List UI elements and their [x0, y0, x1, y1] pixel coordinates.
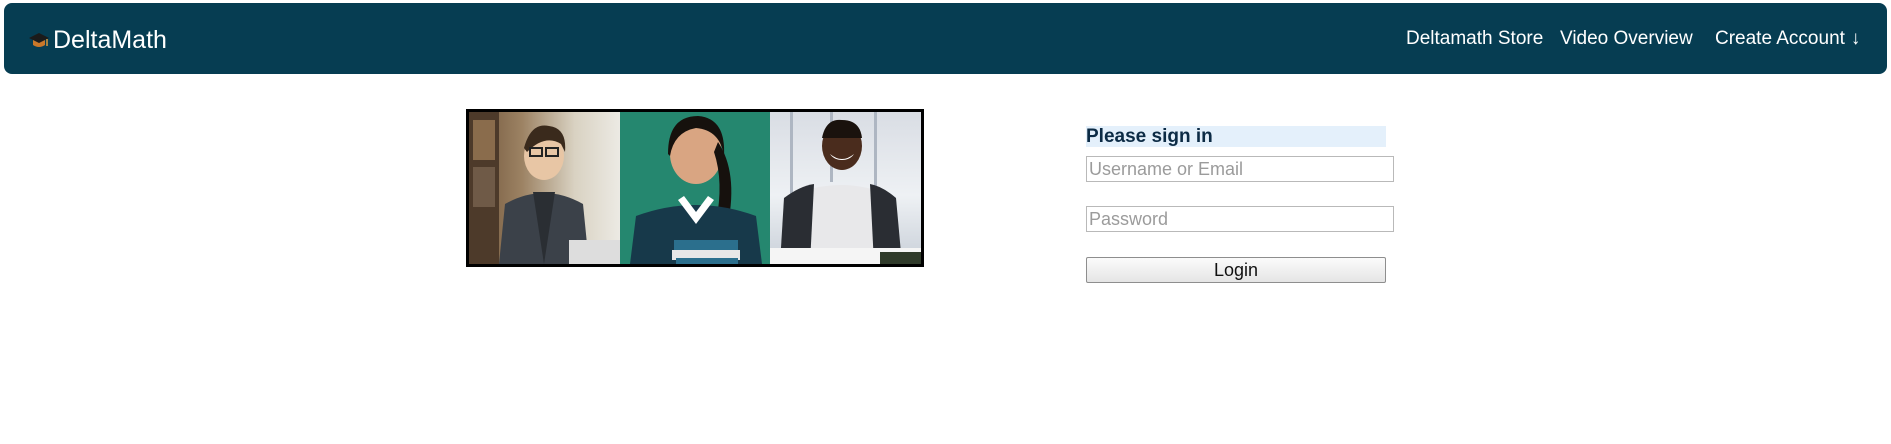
password-field[interactable]	[1086, 206, 1394, 232]
student-photo-1	[469, 112, 620, 264]
student-photo-2	[620, 112, 770, 264]
video-overview-link[interactable]: Video Overview	[1560, 26, 1693, 52]
arrow-down-icon: ↓	[1850, 28, 1861, 49]
create-account-label: Create Account	[1715, 28, 1845, 49]
sign-in-form: Please sign in Login	[1086, 126, 1394, 283]
top-navbar: DeltaMath Deltamath Store Video Overview…	[4, 3, 1887, 74]
create-account-link[interactable]: Create Account ↓	[1715, 26, 1860, 52]
username-field[interactable]	[1086, 156, 1394, 182]
brand-name: DeltaMath	[53, 26, 167, 54]
login-button[interactable]: Login	[1086, 257, 1386, 283]
brand-logo[interactable]: DeltaMath	[28, 25, 167, 55]
deltamath-store-link[interactable]: Deltamath Store	[1406, 26, 1543, 52]
students-banner-image	[466, 109, 924, 267]
graduation-cap-icon	[28, 29, 50, 51]
student-photo-3	[770, 112, 921, 264]
sign-in-heading: Please sign in	[1086, 126, 1386, 147]
